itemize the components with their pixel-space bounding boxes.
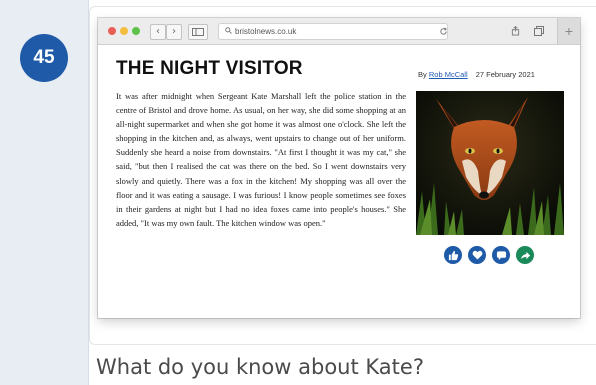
new-tab-button[interactable]: + — [557, 18, 580, 44]
minimize-window-icon[interactable] — [120, 27, 128, 35]
article-byline: By Rob McCall 27 February 2021 — [418, 70, 535, 79]
question-text: What do you know about Kate? — [96, 355, 424, 379]
share-icon[interactable] — [516, 246, 534, 264]
exercise-sidebar: 45 — [0, 0, 89, 385]
reload-icon[interactable] — [436, 24, 450, 38]
forward-button[interactable]: › — [166, 24, 182, 40]
fox-photo — [416, 91, 564, 235]
heart-icon[interactable] — [468, 246, 486, 264]
back-button[interactable]: ‹ — [150, 24, 166, 40]
maximize-window-icon[interactable] — [132, 27, 140, 35]
author-link[interactable]: Rob McCall — [429, 70, 468, 79]
like-icon[interactable] — [444, 246, 462, 264]
url-text: bristolnews.co.uk — [235, 27, 297, 36]
share-buttons — [444, 246, 534, 264]
article-title: THE NIGHT VISITOR — [116, 58, 303, 79]
share-page-icon[interactable] — [508, 24, 522, 38]
sidebar-toggle-icon[interactable] — [188, 24, 208, 40]
exercise-number-badge: 45 — [20, 34, 68, 82]
byline-prefix: By — [418, 70, 427, 79]
tabs-overview-icon[interactable] — [532, 24, 546, 38]
search-icon — [225, 27, 232, 36]
browser-window: ‹ › bristolnews.co.uk + THE NIGHT VISITO… — [98, 18, 580, 318]
close-window-icon[interactable] — [108, 27, 116, 35]
browser-toolbar: ‹ › bristolnews.co.uk + — [98, 18, 580, 45]
address-bar[interactable]: bristolnews.co.uk — [218, 23, 448, 40]
comment-icon[interactable] — [492, 246, 510, 264]
publish-date: 27 February 2021 — [475, 70, 535, 79]
article-body: It was after midnight when Sergeant Kate… — [116, 91, 406, 228]
